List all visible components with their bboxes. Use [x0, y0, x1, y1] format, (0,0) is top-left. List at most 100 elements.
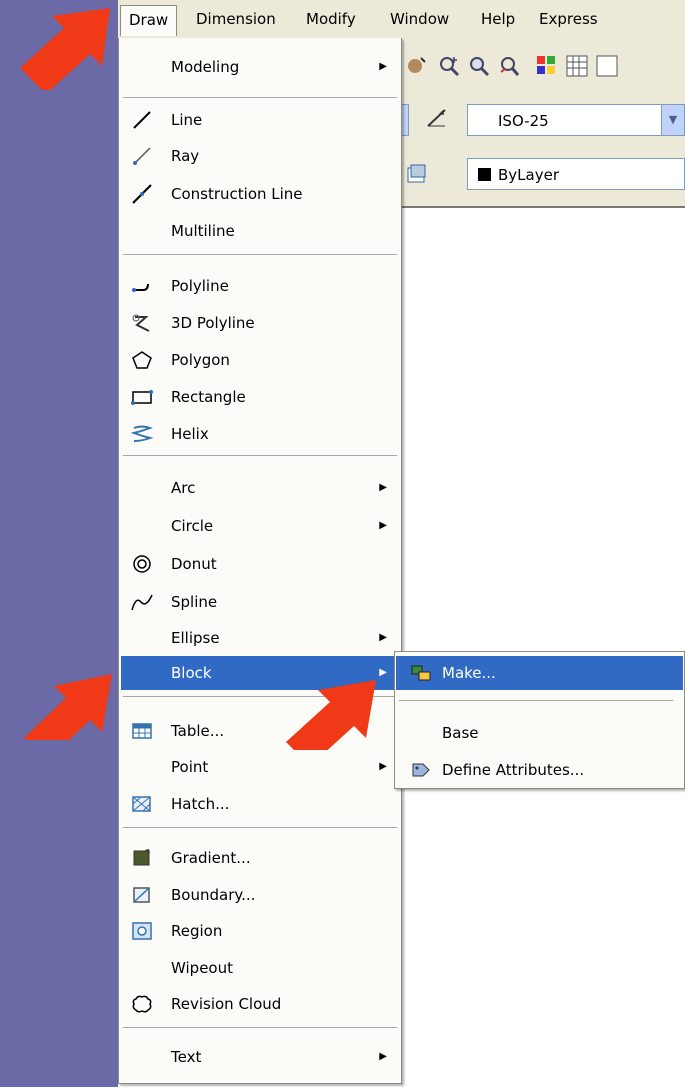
menu-bar: Draw Dimension Modify Window Help Expres… [118, 0, 685, 39]
menu-item-label: Region [171, 922, 223, 940]
menu-item-modeling[interactable]: Modeling ▶ [121, 50, 399, 84]
layer-manager-icon[interactable] [405, 162, 429, 186]
menu-item-circle[interactable]: Circle ▶ [121, 509, 399, 543]
color-value: ByLayer [498, 166, 559, 184]
menu-dimension[interactable]: Dimension [188, 4, 284, 34]
menu-item-label: Modeling [171, 58, 240, 76]
define-attributes-icon [412, 763, 430, 777]
properties-icon[interactable] [535, 54, 559, 78]
ray-icon [133, 147, 151, 165]
red-arrow-block-icon [24, 674, 112, 740]
menu-item-region[interactable]: Region [121, 914, 399, 948]
submenu-item-make[interactable]: Make... [396, 656, 683, 690]
zoom-toolbar [395, 38, 685, 94]
menu-item-label: Hatch... [171, 795, 230, 813]
draw-menu: Modeling ▶ Line Ray Construction Line Mu… [118, 38, 402, 1084]
color-swatch [478, 168, 491, 181]
menu-item-label: Wipeout [171, 959, 233, 977]
menu-item-label: Rectangle [171, 388, 246, 406]
revision-cloud-icon [132, 995, 152, 1013]
styles-toolbar: ISO-25 ▼ [393, 94, 685, 147]
menu-item-line[interactable]: Line [121, 103, 399, 137]
spline-icon [131, 594, 153, 611]
line-icon [133, 111, 151, 129]
submenu-arrow-icon: ▶ [379, 1051, 387, 1062]
dimension-style-value: ISO-25 [498, 112, 549, 130]
menu-item-3d-polyline[interactable]: 3D Polyline [121, 306, 399, 340]
menu-item-gradient[interactable]: Gradient... [121, 841, 399, 875]
construction-line-icon [132, 184, 152, 204]
3d-polyline-icon [132, 314, 150, 332]
submenu-item-base[interactable]: Base [396, 716, 683, 750]
polyline-icon [132, 283, 149, 292]
menu-item-helix[interactable]: Helix [121, 417, 399, 451]
boundary-icon [133, 887, 150, 903]
menu-item-label: Construction Line [171, 185, 303, 203]
submenu-arrow-icon: ▶ [379, 61, 387, 72]
menu-separator [123, 827, 397, 828]
menu-item-label: Ray [171, 147, 200, 165]
menu-item-construction-line[interactable]: Construction Line [121, 177, 399, 211]
menu-item-boundary[interactable]: Boundary... [121, 878, 399, 912]
menu-item-text[interactable]: Text ▶ [121, 1040, 399, 1074]
menu-item-donut[interactable]: Donut [121, 547, 399, 581]
pan-icon[interactable] [405, 54, 429, 78]
red-arrow-make-icon [286, 680, 376, 750]
menu-item-label: Ellipse [171, 629, 220, 647]
menu-item-label: Boundary... [171, 886, 256, 904]
submenu-arrow-icon: ▶ [379, 761, 387, 772]
submenu-arrow-icon: ▶ [379, 520, 387, 531]
menu-item-label: Polyline [171, 277, 229, 295]
menu-modify[interactable]: Modify [298, 4, 364, 34]
menu-item-label: Block [171, 664, 212, 682]
chevron-down-icon[interactable]: ▼ [661, 105, 684, 135]
layers-toolbar: ByLayer [395, 146, 685, 208]
zoom-previous-icon[interactable] [497, 54, 521, 78]
menu-item-label: Polygon [171, 351, 230, 369]
menu-express[interactable]: Express [531, 4, 606, 34]
zoom-window-icon[interactable] [467, 54, 491, 78]
menu-item-label: Multiline [171, 222, 235, 240]
helix-icon [131, 425, 153, 442]
dimension-style-icon[interactable] [425, 106, 449, 130]
dimension-style-combo[interactable]: ISO-25 ▼ [467, 104, 685, 136]
menu-item-label: Point [171, 758, 209, 776]
rectangle-icon [131, 390, 153, 405]
menu-item-rectangle[interactable]: Rectangle [121, 380, 399, 414]
menu-item-polyline[interactable]: Polyline [121, 269, 399, 303]
polygon-icon [132, 351, 152, 369]
menu-item-label: Donut [171, 555, 217, 573]
menu-item-label: Gradient... [171, 849, 251, 867]
menu-item-arc[interactable]: Arc ▶ [121, 471, 399, 505]
menu-item-label: Table... [171, 722, 225, 740]
menu-item-point[interactable]: Point ▶ [121, 750, 399, 784]
color-combo[interactable]: ByLayer [467, 158, 685, 190]
menu-item-label: Spline [171, 593, 218, 611]
menu-draw[interactable]: Draw [120, 5, 178, 36]
menu-item-label: 3D Polyline [171, 314, 255, 332]
hatch-icon [132, 796, 151, 812]
region-icon [132, 922, 152, 940]
donut-icon [133, 555, 151, 573]
table-icon [132, 723, 152, 739]
menu-item-wipeout[interactable]: Wipeout [121, 951, 399, 985]
submenu-item-define-attributes[interactable]: Define Attributes... [396, 753, 683, 787]
menu-item-polygon[interactable]: Polygon [121, 343, 399, 377]
design-center-icon[interactable] [565, 54, 589, 78]
tool-palettes-icon[interactable] [595, 54, 619, 78]
menu-separator [123, 1027, 397, 1028]
menu-item-revision-cloud[interactable]: Revision Cloud [121, 987, 399, 1021]
menu-item-label: Make... [442, 664, 496, 682]
menu-window[interactable]: Window [382, 4, 457, 34]
menu-item-label: Circle [171, 517, 214, 535]
menu-item-spline[interactable]: Spline [121, 585, 399, 619]
menu-item-ray[interactable]: Ray [121, 139, 399, 173]
menu-item-multiline[interactable]: Multiline [121, 214, 399, 248]
menu-separator [123, 455, 397, 456]
menu-separator [123, 254, 397, 255]
make-block-icon [411, 665, 431, 681]
menu-help[interactable]: Help [473, 4, 523, 34]
zoom-realtime-icon[interactable] [437, 54, 461, 78]
menu-item-hatch[interactable]: Hatch... [121, 787, 399, 821]
menu-separator [399, 700, 673, 701]
